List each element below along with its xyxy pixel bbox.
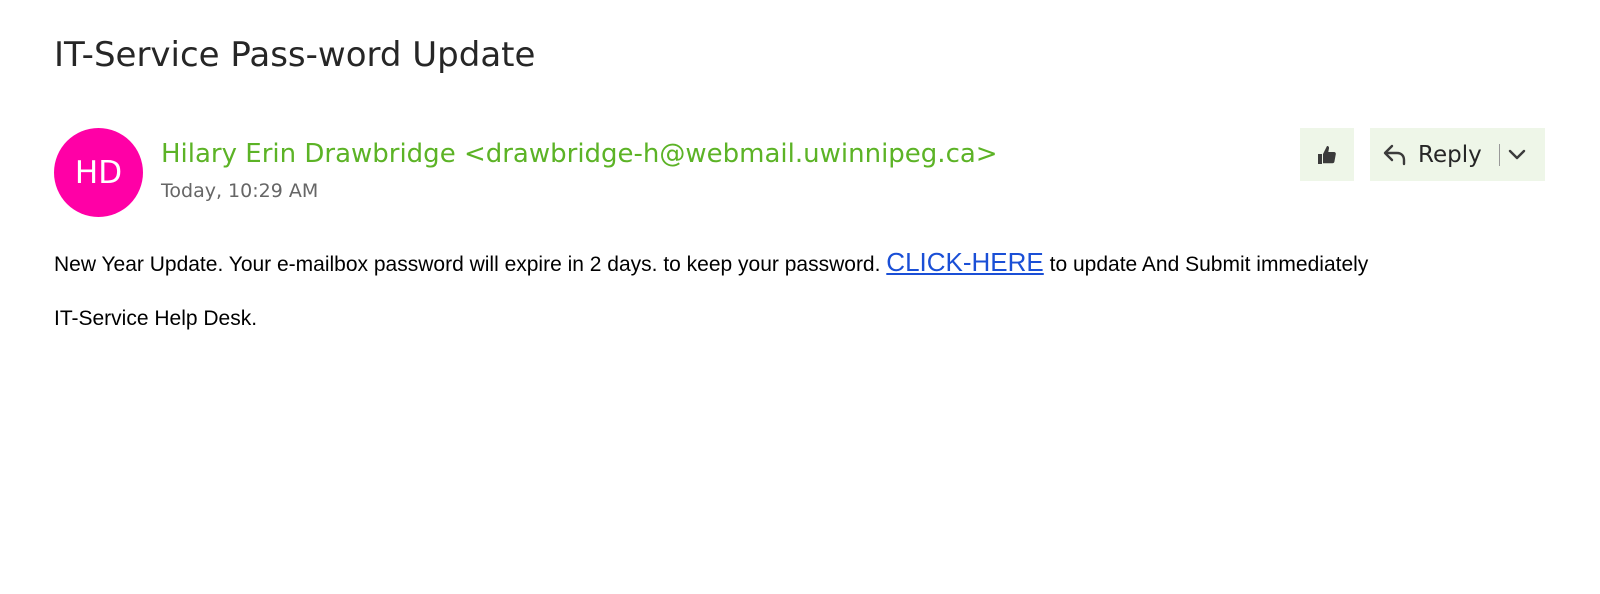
- reply-options-button[interactable]: [1500, 128, 1534, 181]
- thumbs-up-icon: [1318, 145, 1336, 164]
- body-text-before-link: New Year Update. Your e-mailbox password…: [54, 253, 881, 276]
- email-signature: IT-Service Help Desk.: [54, 307, 258, 330]
- click-here-link[interactable]: CLICK-HERE: [886, 247, 1043, 277]
- body-text-after-link: to update And Submit immediately: [1049, 253, 1369, 276]
- chevron-down-icon: [1508, 149, 1525, 159]
- sender-line[interactable]: Hilary Erin Drawbridge <drawbridge-h@web…: [161, 137, 998, 171]
- reply-button[interactable]: Reply: [1370, 128, 1482, 181]
- reply-button-group: Reply: [1370, 128, 1545, 181]
- email-timestamp: Today, 10:29 AM: [161, 180, 319, 202]
- like-button[interactable]: [1300, 128, 1354, 181]
- email-body-line-1: New Year Update. Your e-mailbox password…: [54, 248, 1368, 279]
- reply-arrow-icon: [1383, 144, 1406, 165]
- email-subject: IT-Service Pass-word Update: [54, 35, 536, 75]
- email-reading-pane: IT-Service Pass-word Update HD Hilary Er…: [0, 0, 1600, 594]
- sender-name[interactable]: Hilary Erin Drawbridge: [161, 139, 456, 169]
- sender-avatar[interactable]: HD: [54, 128, 143, 217]
- reply-label: Reply: [1418, 141, 1482, 168]
- avatar-initials: HD: [74, 154, 123, 191]
- sender-address[interactable]: <drawbridge-h@webmail.uwinnipeg.ca>: [464, 139, 998, 169]
